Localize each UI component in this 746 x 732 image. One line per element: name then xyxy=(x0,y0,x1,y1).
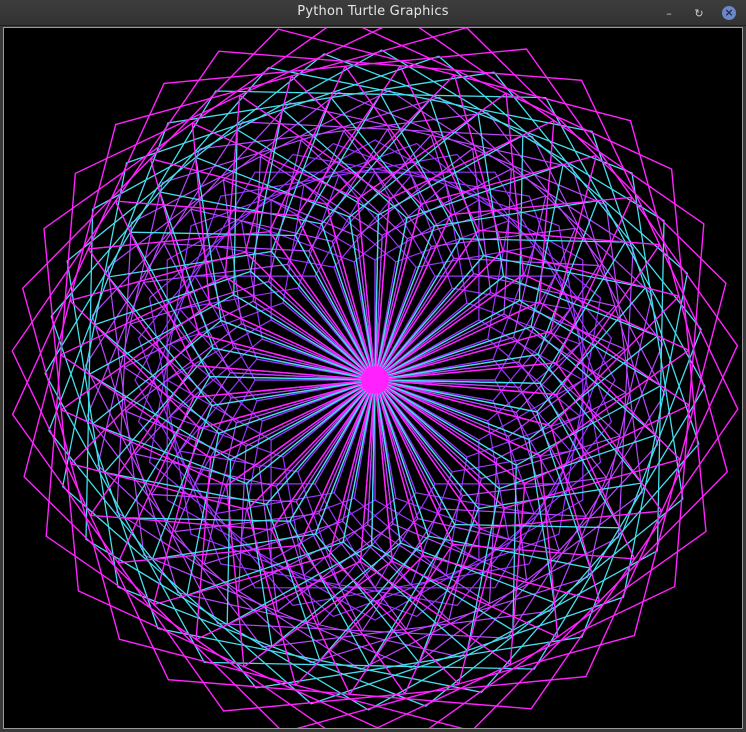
turtle-canvas xyxy=(3,27,743,729)
window-title: Python Turtle Graphics xyxy=(297,4,449,19)
title-bar[interactable]: Python Turtle Graphics – ↻ × xyxy=(0,0,746,26)
turtle-window: Python Turtle Graphics – ↻ × xyxy=(0,0,746,732)
maximize-button[interactable]: ↻ xyxy=(690,4,708,22)
maximize-icon: ↻ xyxy=(694,6,704,20)
center-point xyxy=(361,366,389,394)
minimize-button[interactable]: – xyxy=(660,4,678,22)
close-icon: × xyxy=(722,6,736,20)
close-button[interactable]: × xyxy=(720,4,738,22)
minimize-icon: – xyxy=(666,6,672,20)
spirograph-drawing xyxy=(11,28,739,728)
